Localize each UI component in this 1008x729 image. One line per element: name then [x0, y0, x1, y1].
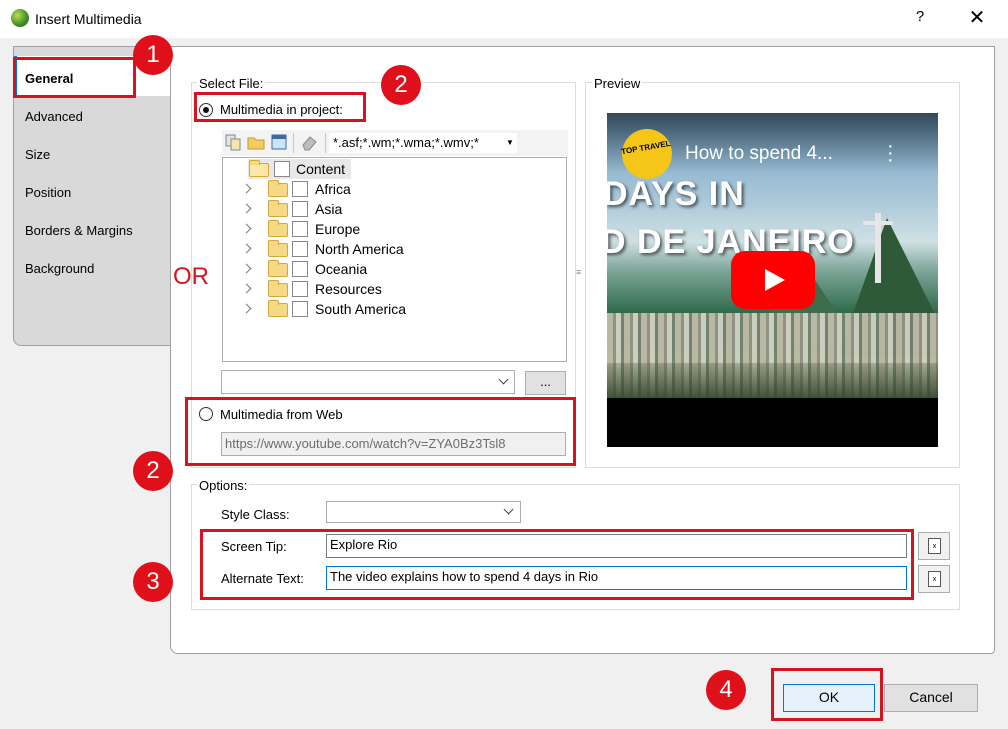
- window-icon[interactable]: [270, 133, 288, 151]
- tree-node-africa[interactable]: Africa: [241, 179, 543, 199]
- copy-icon[interactable]: [224, 133, 242, 151]
- tab-position[interactable]: Position: [25, 185, 71, 200]
- document-icon: x: [928, 571, 941, 587]
- step-badge-2b: 2: [133, 451, 173, 491]
- folder-icon: [268, 280, 288, 297]
- select-file-label: Select File:: [197, 76, 266, 91]
- chevron-right-icon[interactable]: [241, 303, 252, 314]
- annotation-box-general: [13, 57, 136, 98]
- open-folder-icon[interactable]: [247, 133, 265, 151]
- folder-icon: [268, 300, 288, 317]
- tree-node-label: Asia: [315, 201, 343, 217]
- window-title: Insert Multimedia: [35, 11, 142, 27]
- step-badge-3: 3: [133, 562, 173, 602]
- step-badge-1: 1: [133, 35, 173, 75]
- chevron-down-icon[interactable]: [498, 374, 509, 385]
- tree-node-label: Africa: [315, 181, 351, 197]
- more-options-icon[interactable]: · · ·: [887, 136, 894, 170]
- title-bar: [0, 0, 1008, 38]
- thumbnail-overlay-text: D DE JANEIRO: [607, 223, 855, 261]
- annotation-box-options: [200, 529, 914, 600]
- chevron-right-icon[interactable]: [241, 183, 252, 194]
- chevron-right-icon[interactable]: [241, 243, 252, 254]
- tree-node-north-america[interactable]: North America: [241, 239, 543, 259]
- file-filter-value: *.asf;*.wm;*.wma;*.wmv;*: [333, 135, 479, 150]
- style-class-label: Style Class:: [221, 507, 290, 522]
- chevron-right-icon[interactable]: [241, 223, 252, 234]
- step-badge-2: 2: [381, 65, 421, 105]
- tree-node-oceania[interactable]: Oceania: [241, 259, 543, 279]
- tree-checkbox[interactable]: [292, 181, 308, 197]
- close-button[interactable]: ✕: [965, 6, 989, 30]
- tab-size[interactable]: Size: [25, 147, 50, 162]
- tree-node-resources[interactable]: Resources: [241, 279, 543, 299]
- tree-node-label: North America: [315, 241, 404, 257]
- folder-icon: [268, 260, 288, 277]
- tree-node-label: Resources: [315, 281, 382, 297]
- tab-borders-margins[interactable]: Borders & Margins: [25, 223, 133, 238]
- video-title[interactable]: How to spend 4...: [685, 143, 833, 165]
- tree-checkbox[interactable]: [274, 161, 290, 177]
- tree-checkbox[interactable]: [292, 241, 308, 257]
- toolbar-divider: [293, 133, 294, 153]
- thumbnail-foreground: [607, 363, 938, 398]
- video-preview[interactable]: TOP TRAVEL How to spend 4... · · · DAYS IN…: [607, 113, 938, 447]
- tab-advanced[interactable]: Advanced: [25, 109, 83, 124]
- app-icon: [11, 9, 29, 27]
- file-toolbar: *.asf;*.wm;*.wma;*.wmv;* ▼: [222, 130, 568, 156]
- step-badge-4: 4: [706, 670, 746, 710]
- tree-node-label: South America: [315, 301, 407, 317]
- thumbnail-overlay-text: DAYS IN: [607, 175, 745, 213]
- folder-icon: [268, 220, 288, 237]
- tree-checkbox[interactable]: [292, 221, 308, 237]
- tree-node-asia[interactable]: Asia: [241, 199, 543, 219]
- play-icon[interactable]: [731, 251, 815, 309]
- open-folder-icon: [249, 160, 269, 177]
- tree-node-label: Oceania: [315, 261, 368, 277]
- chevron-right-icon[interactable]: [241, 263, 252, 274]
- alt-text-lookup-button[interactable]: x: [918, 565, 950, 593]
- chevron-right-icon[interactable]: [241, 283, 252, 294]
- document-icon: x: [928, 538, 941, 554]
- folder-icon: [268, 180, 288, 197]
- style-class-dropdown[interactable]: [326, 501, 521, 523]
- tree-node-label: Content: [296, 161, 346, 177]
- tree-node-europe[interactable]: Europe: [241, 219, 543, 239]
- cancel-button[interactable]: Cancel: [884, 684, 978, 712]
- tree-checkbox[interactable]: [292, 281, 308, 297]
- tree-checkbox[interactable]: [292, 301, 308, 317]
- annotation-box-web: [185, 397, 576, 466]
- options-label: Options:: [197, 478, 250, 493]
- chevron-down-icon[interactable]: ▼: [506, 138, 514, 147]
- tree-checkbox[interactable]: [292, 201, 308, 217]
- tree-node-label: Europe: [315, 221, 361, 237]
- thumbnail-statue-arms: [863, 221, 893, 225]
- or-label: OR: [173, 263, 209, 290]
- browse-button[interactable]: ...: [525, 371, 566, 395]
- tree-node-south-america[interactable]: South America: [241, 299, 543, 319]
- screen-tip-lookup-button[interactable]: x: [918, 532, 950, 560]
- chevron-right-icon[interactable]: [241, 203, 252, 214]
- file-filter-dropdown[interactable]: *.asf;*.wm;*.wma;*.wmv;*: [329, 133, 517, 153]
- preview-label: Preview: [592, 76, 643, 91]
- folder-icon: [268, 200, 288, 217]
- annotation-box-ok: [771, 668, 883, 721]
- help-button[interactable]: ?: [910, 8, 930, 30]
- tab-background[interactable]: Background: [25, 261, 94, 276]
- tree-checkbox[interactable]: [292, 261, 308, 277]
- toolbar-divider: [325, 133, 326, 153]
- chevron-down-icon[interactable]: [503, 504, 514, 515]
- splitter-grip[interactable]: ≡: [576, 267, 581, 277]
- annotation-box-project: [194, 92, 366, 122]
- erase-icon[interactable]: [300, 133, 318, 151]
- folder-icon: [268, 240, 288, 257]
- file-path-combo[interactable]: [221, 370, 515, 394]
